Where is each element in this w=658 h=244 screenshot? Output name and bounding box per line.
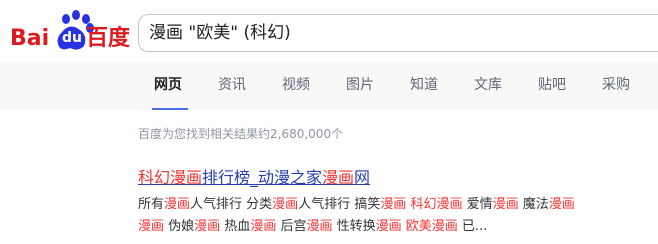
result-snippet: 所有漫画人气排行 分类漫画人气排行 搞笑漫画 科幻漫画 爱情漫画 魔法漫画 漫画… (138, 194, 658, 238)
tab-shopping[interactable]: 采购 (602, 62, 630, 110)
tab-wenku[interactable]: 文库 (474, 62, 502, 110)
baidu-logo[interactable]: Bai du 百度 (10, 8, 130, 58)
tab-tieba[interactable]: 贴吧 (538, 62, 566, 110)
tab-web[interactable]: 网页 (154, 62, 182, 110)
title-text: 排行榜_动漫之家 (202, 168, 323, 187)
tab-video[interactable]: 视频 (282, 62, 310, 110)
title-text: 网 (354, 168, 371, 187)
search-tabs: 网页 资讯 视频 图片 知道 文库 贴吧 采购 (0, 62, 658, 110)
result-title-link[interactable]: 科幻漫画排行榜_动漫之家漫画网 (138, 164, 370, 188)
title-highlight: 漫画 (322, 168, 355, 187)
tab-zhidao[interactable]: 知道 (410, 62, 438, 110)
active-tab-indicator (152, 108, 188, 110)
logo-text-du: du (62, 30, 82, 46)
logo-text-baidu: 百度 (86, 26, 131, 51)
search-box[interactable]: 漫画 "欧美" (科幻) (138, 14, 658, 52)
snippet-line-2: 漫画 伪娘漫画 热血漫画 后宫漫画 性转换漫画 欧美漫画 已... (138, 219, 488, 234)
logo-text-bai: Bai (10, 26, 50, 51)
search-input[interactable]: 漫画 "欧美" (科幻) (149, 15, 291, 51)
result-count: 百度为您找到相关结果约2,680,000个 (138, 127, 344, 141)
tab-images[interactable]: 图片 (346, 62, 374, 110)
tab-news[interactable]: 资讯 (218, 62, 246, 110)
snippet-line-1: 所有漫画人气排行 分类漫画人气排行 搞笑漫画 科幻漫画 爱情漫画 魔法漫画 (138, 197, 575, 212)
title-highlight: 科幻漫画 (138, 168, 203, 187)
